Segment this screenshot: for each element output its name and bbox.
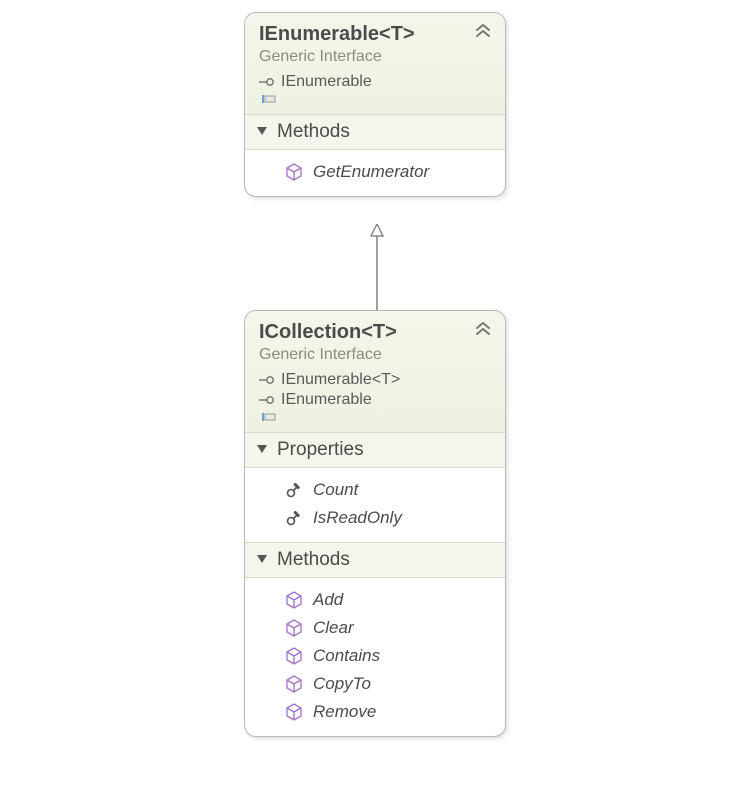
section-label: Methods [277, 121, 350, 143]
member-label: IsReadOnly [313, 508, 402, 528]
class-subtitle: Generic Interface [259, 346, 491, 364]
base-item: IEnumerable [259, 72, 491, 92]
base-label: IEnumerable<T> [281, 371, 400, 389]
interface-bar-icon [259, 93, 277, 105]
member-label: Contains [313, 646, 380, 666]
method-icon [285, 703, 303, 721]
member-row: Add [255, 586, 495, 614]
base-item: IEnumerable<T> [259, 370, 491, 390]
section-body-properties: Count IsReadOnly [245, 468, 505, 542]
property-icon [285, 509, 303, 527]
member-row: GetEnumerator [255, 158, 495, 186]
interface-bar-icon [259, 411, 277, 423]
class-title: ICollection<T> [259, 321, 491, 344]
lollipop-icon [259, 76, 275, 88]
class-subtitle: Generic Interface [259, 48, 491, 66]
member-label: Count [313, 480, 358, 500]
section-header-properties[interactable]: Properties [245, 432, 505, 468]
class-box-ienumerable: IEnumerable<T> Generic Interface IEnumer… [244, 12, 506, 197]
base-item: IEnumerable [259, 390, 491, 410]
chevron-double-up-icon [473, 321, 493, 337]
class-title: IEnumerable<T> [259, 23, 491, 46]
member-row: CopyTo [255, 670, 495, 698]
method-icon [285, 163, 303, 181]
collapse-button[interactable] [473, 23, 493, 39]
method-icon [285, 591, 303, 609]
section-body-methods: GetEnumerator [245, 150, 505, 196]
member-row: IsReadOnly [255, 504, 495, 532]
section-header-methods[interactable]: Methods [245, 542, 505, 578]
lollipop-icon [259, 374, 275, 386]
member-label: Add [313, 590, 343, 610]
inheritance-connector [370, 224, 384, 310]
member-row: Remove [255, 698, 495, 726]
collapse-button[interactable] [473, 321, 493, 337]
section-header-methods[interactable]: Methods [245, 114, 505, 150]
box-header: ICollection<T> Generic Interface IEnumer… [245, 311, 505, 432]
section-body-methods: Add Clear Contains CopyTo Remove [245, 578, 505, 736]
base-label: IEnumerable [281, 73, 372, 91]
method-icon [285, 619, 303, 637]
member-label: Clear [313, 618, 354, 638]
member-row: Contains [255, 642, 495, 670]
base-label: IEnumerable [281, 391, 372, 409]
member-label: CopyTo [313, 674, 371, 694]
member-row: Clear [255, 614, 495, 642]
box-header: IEnumerable<T> Generic Interface IEnumer… [245, 13, 505, 114]
method-icon [285, 675, 303, 693]
base-item [259, 92, 491, 106]
expand-toggle-icon [257, 555, 267, 565]
section-label: Methods [277, 549, 350, 571]
lollipop-icon [259, 394, 275, 406]
expand-toggle-icon [257, 127, 267, 137]
class-box-icollection: ICollection<T> Generic Interface IEnumer… [244, 310, 506, 737]
expand-toggle-icon [257, 445, 267, 455]
property-icon [285, 481, 303, 499]
base-list: IEnumerable<T> IEnumerable [259, 370, 491, 424]
base-item [259, 410, 491, 424]
base-list: IEnumerable [259, 72, 491, 106]
member-row: Count [255, 476, 495, 504]
method-icon [285, 647, 303, 665]
chevron-double-up-icon [473, 23, 493, 39]
section-label: Properties [277, 439, 364, 461]
member-label: Remove [313, 702, 376, 722]
member-label: GetEnumerator [313, 162, 429, 182]
